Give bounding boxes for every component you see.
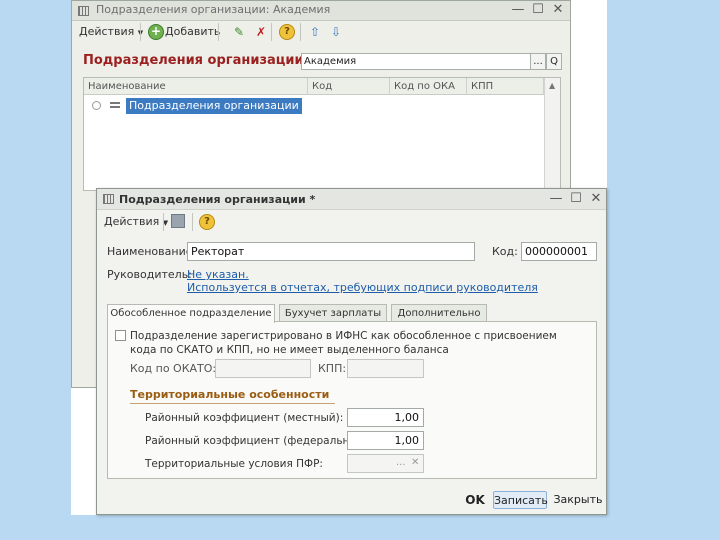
add-icon[interactable]: + — [148, 24, 164, 40]
toolbar-separator — [192, 213, 193, 231]
tab-payroll-accounting[interactable]: Бухучет зарплаты — [279, 304, 387, 322]
pfr-label: Территориальные условия ПФР: — [145, 458, 323, 470]
main-window-title: Подразделения организации: Академия — [96, 3, 331, 16]
delete-mark-icon[interactable]: ✗ — [253, 24, 269, 40]
okato-input[interactable] — [215, 359, 311, 378]
toolbar-separator — [140, 23, 141, 41]
local-coef-input[interactable]: 1,00 — [347, 408, 424, 427]
tab-separate-unit[interactable]: Обособленное подразделение — [107, 304, 275, 323]
head-label: Руководитель: — [107, 268, 192, 281]
clear-icon[interactable]: ✕ — [411, 456, 419, 470]
column-header-okato[interactable]: Код по ОКА — [390, 78, 467, 95]
kpp-input[interactable] — [347, 359, 424, 378]
maximize-icon[interactable]: ☐ — [530, 2, 546, 18]
table-row[interactable]: Подразделения организации — [126, 98, 302, 114]
toolbar-separator — [271, 23, 272, 41]
head-link[interactable]: Не указан. — [187, 268, 249, 282]
dialog-actions-label: Действия — [104, 215, 160, 228]
save-disk-icon[interactable] — [171, 214, 185, 228]
close-icon[interactable]: ✕ — [550, 2, 566, 18]
minimize-icon[interactable]: — — [548, 191, 564, 207]
name-input[interactable]: Ректорат — [187, 242, 475, 261]
main-heading: Подразделения организации — [83, 53, 304, 68]
departments-table[interactable]: Наименование Код Код по ОКА КПП Подразде… — [83, 77, 561, 191]
row-marker-icon — [92, 101, 101, 110]
dialog-title: Подразделения организации * — [119, 193, 316, 206]
main-actions-label: Действия — [79, 25, 135, 38]
separate-unit-checkbox-label[interactable]: Подразделение зарегистрировано в ИФНС ка… — [130, 329, 570, 357]
column-header-code[interactable]: Код — [308, 78, 390, 95]
territorial-section-title: Территориальные особенности — [130, 388, 330, 401]
column-header-kpp[interactable]: КПП — [467, 78, 544, 95]
code-input[interactable]: 000000001 — [521, 242, 597, 261]
maximize-icon[interactable]: ☐ — [568, 191, 584, 207]
kpp-label: КПП: — [318, 362, 347, 375]
dialog-titlebar: Подразделения организации * — ☐ ✕ — [97, 189, 606, 210]
federal-coef-input[interactable]: 1,00 — [347, 431, 424, 450]
list-form-icon — [78, 6, 89, 16]
search-icon[interactable]: Q — [546, 53, 562, 70]
toolbar-separator — [218, 23, 219, 41]
organization-field[interactable]: Академия — [301, 53, 546, 70]
toolbar-separator — [163, 213, 164, 231]
local-coef-label: Районный коэффициент (местный): — [145, 412, 344, 424]
toolbar-separator — [300, 23, 301, 41]
dialog-actions-menu[interactable]: Действия ▼ — [104, 212, 168, 232]
column-header-name[interactable]: Наименование — [84, 78, 308, 95]
okato-label: Код по ОКАТО: — [130, 362, 217, 375]
code-label: Код: — [492, 245, 518, 258]
close-button[interactable]: Закрыть — [553, 491, 603, 509]
close-icon[interactable]: ✕ — [588, 191, 604, 207]
main-actions-menu[interactable]: Действия ▼ — [79, 22, 143, 42]
department-dialog: Подразделения организации * — ☐ ✕ Действ… — [96, 188, 607, 515]
federal-coef-label: Районный коэффициент (федеральный): — [145, 435, 373, 447]
help-icon[interactable]: ? — [279, 24, 295, 40]
organization-select-button[interactable]: ... — [530, 53, 546, 70]
table-header: Наименование Код Код по ОКА КПП — [84, 78, 560, 95]
name-label: Наименование: — [107, 245, 197, 258]
help-icon[interactable]: ? — [199, 214, 215, 230]
edit-pencil-icon[interactable]: ✎ — [231, 24, 247, 40]
tab-additional[interactable]: Дополнительно — [391, 304, 487, 322]
move-down-icon[interactable]: ⇩ — [328, 24, 344, 40]
form-icon — [103, 194, 114, 204]
move-up-icon[interactable]: ⇧ — [307, 24, 323, 40]
section-divider — [130, 403, 335, 404]
minimize-icon[interactable]: — — [510, 2, 526, 18]
main-window-titlebar: Подразделения организации: Академия — ☐ … — [72, 1, 570, 21]
pfr-select-button[interactable]: ... — [396, 456, 406, 470]
save-button[interactable]: Записать — [493, 491, 548, 509]
ok-button[interactable]: OK — [463, 491, 487, 509]
group-folder-icon — [110, 102, 120, 108]
separate-unit-checkbox[interactable] — [115, 330, 126, 341]
tab-panel: Подразделение зарегистрировано в ИФНС ка… — [107, 321, 597, 479]
scroll-up-icon[interactable]: ▲ — [549, 81, 555, 90]
head-hint-link[interactable]: Используется в отчетах, требующих подпис… — [187, 281, 538, 295]
add-button[interactable]: Добавить — [165, 22, 220, 42]
vertical-scrollbar[interactable]: ▲ — [544, 78, 560, 190]
